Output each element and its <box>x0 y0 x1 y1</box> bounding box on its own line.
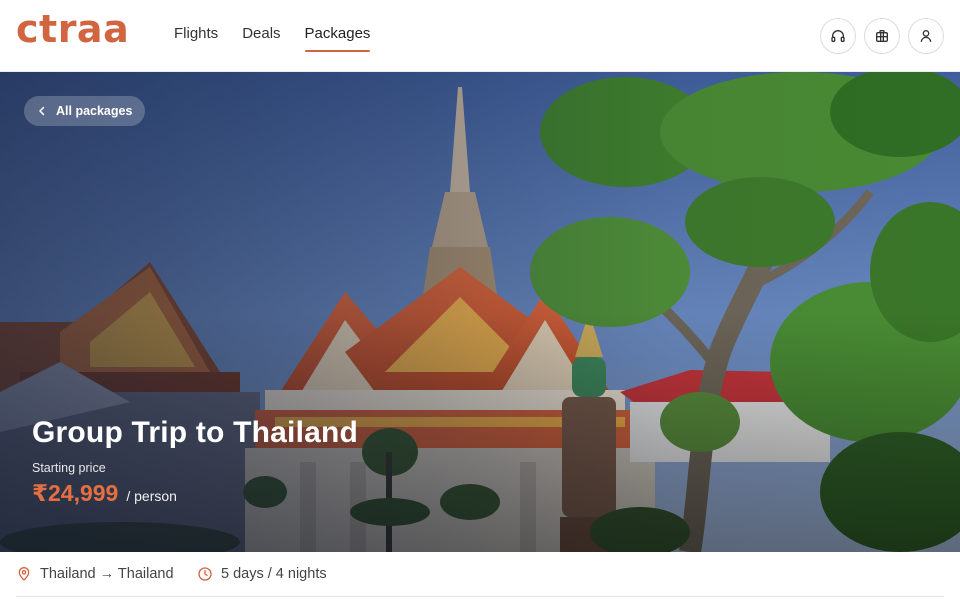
nav-item-flights[interactable]: Flights <box>174 24 218 50</box>
nav-item-deals[interactable]: Deals <box>242 24 280 50</box>
logo-wordmark: ctraa <box>16 7 130 51</box>
duration-text: 5 days / 4 nights <box>221 566 327 582</box>
main-nav: Flights Deals Packages <box>174 24 370 52</box>
duration-info: 5 days / 4 nights <box>197 566 327 582</box>
back-label: All packages <box>56 104 133 118</box>
price-row: ₹24,999 / person <box>32 480 177 507</box>
location-pin-icon <box>18 567 30 581</box>
account-button[interactable] <box>908 18 944 54</box>
starting-price-label: Starting price <box>32 461 106 475</box>
hero-banner: All packages Group Trip to Thailand Star… <box>0 72 960 552</box>
nav-item-packages[interactable]: Packages <box>304 24 370 52</box>
chevron-left-icon <box>39 106 45 116</box>
trips-button[interactable] <box>864 18 900 54</box>
top-header: ctraa Flights Deals Packages <box>0 0 960 72</box>
luggage-icon <box>876 30 888 42</box>
user-icon <box>920 30 932 42</box>
route-text: Thailand → Thailand <box>40 566 174 582</box>
package-title: Group Trip to Thailand <box>32 416 359 449</box>
divider <box>16 596 944 597</box>
package-info-bar: Thailand → Thailand 5 days / 4 nights <box>0 552 960 600</box>
ctraa-logo[interactable]: ctraa <box>16 10 140 58</box>
headset-icon <box>831 30 845 42</box>
support-button[interactable] <box>820 18 856 54</box>
price-per-unit: / person <box>126 488 177 504</box>
clock-icon <box>198 567 212 581</box>
package-price: ₹24,999 <box>32 480 119 506</box>
all-packages-button[interactable]: All packages <box>24 96 146 126</box>
route-info: Thailand → Thailand <box>16 566 174 582</box>
